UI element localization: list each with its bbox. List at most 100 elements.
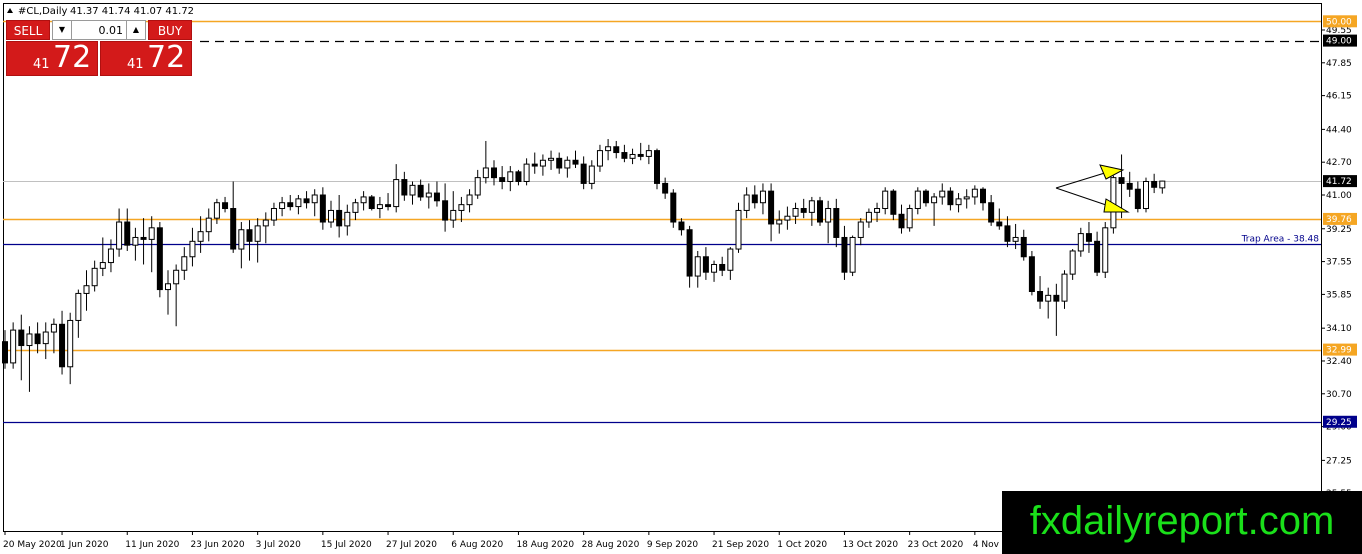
candle-body — [955, 198, 962, 206]
candle-body — [711, 263, 718, 273]
candle — [1143, 177, 1149, 213]
candle — [238, 222, 245, 269]
candle-body — [181, 256, 188, 271]
candle — [556, 152, 563, 174]
candle — [295, 195, 302, 215]
candle — [165, 270, 171, 315]
arrow-up-icon: ▲ — [132, 25, 140, 34]
candle-body — [914, 190, 921, 210]
candle — [262, 212, 269, 244]
candle-body — [1028, 256, 1035, 293]
candle — [75, 289, 82, 338]
candle — [197, 216, 204, 253]
candle — [629, 148, 636, 165]
candle — [433, 181, 440, 207]
candle — [50, 318, 57, 354]
candle — [808, 196, 815, 226]
price-chart[interactable]: #CL,Daily 41.37 41.74 41.07 41.72 Trap A… — [0, 0, 1362, 554]
y-tick-label: 35.85 — [1326, 290, 1352, 300]
candle — [393, 164, 400, 213]
candle — [352, 198, 359, 221]
candle — [1134, 181, 1141, 213]
candle-body — [621, 152, 628, 159]
candle-body — [270, 208, 277, 221]
candle-body — [205, 217, 212, 233]
y-tick-label: 44.40 — [1326, 125, 1352, 135]
candle-body — [42, 331, 49, 345]
x-tick-label: 23 Jun 2020 — [190, 540, 244, 550]
candle — [482, 140, 489, 184]
candle — [572, 150, 579, 168]
candle — [83, 270, 90, 311]
candle — [319, 187, 326, 230]
lot-increase-button[interactable]: ▲ — [126, 21, 145, 39]
candle — [91, 260, 98, 292]
x-tick-label: 18 Aug 2020 — [516, 540, 574, 550]
candle-body — [116, 221, 123, 250]
candle — [759, 183, 766, 215]
candle — [882, 187, 889, 215]
sell-price-small: 41 — [33, 57, 50, 72]
candle — [751, 185, 758, 209]
y-tick-label: 37.55 — [1326, 258, 1352, 268]
x-tick-label: 9 Sep 2020 — [647, 540, 699, 550]
candle-body — [376, 204, 383, 210]
watermark-logo: fxdailyreport.com — [1002, 491, 1362, 554]
candle-body — [670, 192, 677, 223]
candle-body — [702, 256, 709, 273]
x-tick-label: 23 Oct 2020 — [908, 540, 964, 550]
candle-body — [931, 196, 938, 204]
candle — [99, 237, 106, 277]
candle — [279, 196, 286, 217]
lot-decrease-button[interactable]: ▼ — [53, 21, 72, 39]
candle — [711, 260, 718, 282]
lot-size-input[interactable] — [73, 21, 123, 39]
candle-body — [433, 192, 440, 202]
candle-body — [1012, 236, 1019, 242]
buy-button[interactable]: BUY — [148, 20, 192, 40]
candle-body — [246, 229, 253, 242]
x-tick-label: 20 May 2020 — [3, 540, 62, 550]
candle — [1126, 171, 1133, 197]
candle-body — [1020, 236, 1027, 258]
x-tick-label: 21 Sep 2020 — [712, 540, 769, 550]
candle — [132, 227, 139, 261]
candle — [344, 204, 351, 236]
candle — [156, 222, 163, 298]
candle — [1045, 287, 1052, 319]
candle-body — [596, 150, 603, 167]
x-tick-label: 15 Jul 2020 — [321, 540, 372, 550]
candle — [621, 144, 628, 163]
x-axis: 20 May 20201 Jun 2020 11 Jun 2020 23 Jun 2… — [3, 531, 1014, 550]
candle-body — [189, 240, 196, 258]
arrows-layer — [1055, 164, 1130, 213]
candle — [898, 204, 905, 234]
buy-price-quote[interactable]: 41 72 — [100, 40, 192, 76]
candle-body — [751, 194, 758, 204]
candle — [1094, 231, 1101, 277]
candle-body — [759, 190, 766, 204]
candle — [662, 177, 669, 199]
candle — [270, 202, 277, 226]
candle-body — [629, 153, 636, 159]
candle-body — [833, 208, 840, 238]
x-tick-label: 11 Jun 2020 — [125, 540, 179, 550]
candle-body — [352, 202, 359, 213]
candle-body — [857, 221, 864, 238]
candle-body — [50, 323, 57, 333]
sell-price-quote[interactable]: 41 72 — [6, 40, 98, 76]
sell-button[interactable]: SELL — [6, 20, 50, 40]
candle — [670, 189, 677, 228]
candle-body — [1159, 180, 1166, 189]
candle — [857, 218, 864, 246]
candle-body — [539, 159, 546, 167]
candle — [246, 220, 253, 261]
candle-body — [140, 236, 147, 240]
candle — [817, 196, 823, 226]
candle — [311, 189, 318, 217]
candle-body — [792, 208, 799, 217]
candle-body — [865, 211, 872, 223]
level-price-text: 49.00 — [1326, 37, 1352, 47]
candle — [124, 208, 131, 251]
candle — [727, 247, 734, 280]
